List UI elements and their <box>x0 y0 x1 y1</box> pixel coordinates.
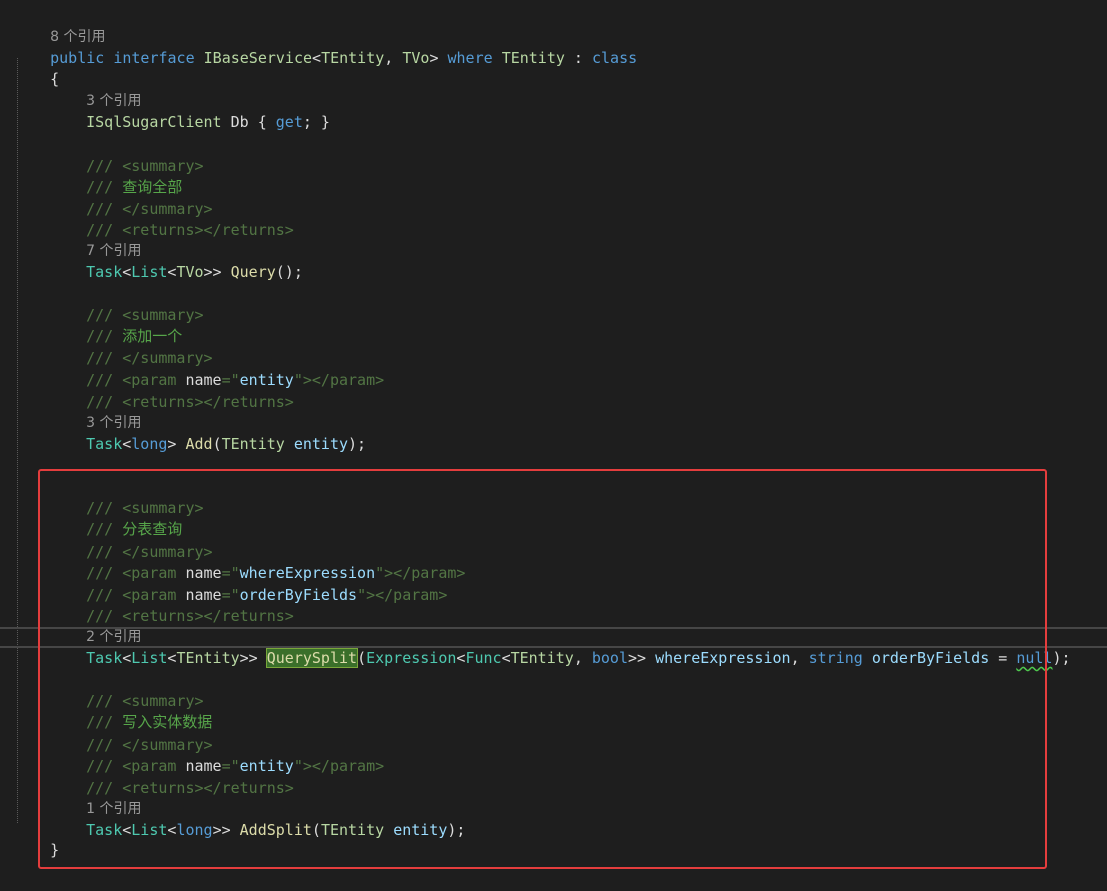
codelens-references[interactable]: 3 个引用 <box>0 69 141 109</box>
ws <box>438 49 447 67</box>
ws <box>222 113 231 131</box>
code-line-add: Task<long> Add(TEntity entity); <box>0 413 366 453</box>
doc-tag: " <box>293 371 303 389</box>
keyword: get <box>275 113 303 131</box>
punct: ); <box>348 435 367 453</box>
doc-tag: <returns></returns> <box>122 393 294 411</box>
method-name: Query <box>230 263 276 281</box>
code-line-db-property: ISqlSugarClient Db { get; } <box>0 91 330 131</box>
doc-tag: <returns></returns> <box>122 221 294 239</box>
punct: { <box>257 113 276 131</box>
punct: < <box>122 263 132 281</box>
type-param: TEntity <box>501 49 565 67</box>
doc-comment-line: /// <returns></returns> <box>0 199 294 239</box>
punct: >> <box>203 263 231 281</box>
doc-comment-line: /// <summary> <box>0 135 203 175</box>
code-line-query: Task<List<TVo>> Query(); <box>0 241 303 281</box>
punct: ; } <box>302 113 330 131</box>
type-name: ISqlSugarClient <box>86 113 222 131</box>
type-name: Task <box>86 263 123 281</box>
doc-comment-line: /// <summary> <box>0 284 203 324</box>
ws <box>285 435 294 453</box>
punct: ); <box>1052 649 1071 667</box>
type-name: List <box>131 263 168 281</box>
doc-comment-line: /// 添加一个 <box>0 305 182 345</box>
type-param: TVo <box>402 49 430 67</box>
punct: < <box>122 435 132 453</box>
code-line-interface-decl: public interface IBaseService<TEntity, T… <box>0 27 637 67</box>
code-line-open-brace: { <box>0 48 59 88</box>
punct: , <box>384 49 403 67</box>
ws <box>195 49 204 67</box>
doc-comment-line: /// <returns></returns> <box>0 371 294 411</box>
ws <box>249 113 258 131</box>
method-name: Add <box>185 435 213 453</box>
type-param: TVo <box>176 263 204 281</box>
code-editor[interactable]: 8 个引用 public interface IBaseService<TEnt… <box>0 0 1107 891</box>
doc-comment-line: /// <param name="entity"></param> <box>0 349 384 389</box>
type-param: TEntity <box>321 49 385 67</box>
highlight-box <box>38 469 1047 869</box>
punct: (); <box>275 263 303 281</box>
doc-tag: ></param> <box>302 371 385 389</box>
doc-comment-line: /// 查询全部 <box>0 156 182 196</box>
type-name: Task <box>86 435 123 453</box>
punct: < <box>312 49 322 67</box>
keyword: class <box>592 49 638 67</box>
keyword: long <box>131 435 168 453</box>
type-param: TEntity <box>221 435 285 453</box>
keyword: interface <box>113 49 195 67</box>
keyword: where <box>447 49 493 67</box>
ws <box>493 49 502 67</box>
interface-name: IBaseService <box>203 49 313 67</box>
doc-comment-line: /// </summary> <box>0 178 212 218</box>
parameter: entity <box>293 435 349 453</box>
property-name: Db <box>230 113 249 131</box>
doc-comment-line: /// </summary> <box>0 327 212 367</box>
ws <box>104 49 113 67</box>
codelens-references[interactable]: 8 个引用 <box>0 5 105 45</box>
codelens-references[interactable]: 7 个引用 <box>0 219 141 259</box>
punct: : <box>564 49 592 67</box>
punct: ( <box>212 435 222 453</box>
codelens-references[interactable]: 3 个引用 <box>0 391 141 431</box>
